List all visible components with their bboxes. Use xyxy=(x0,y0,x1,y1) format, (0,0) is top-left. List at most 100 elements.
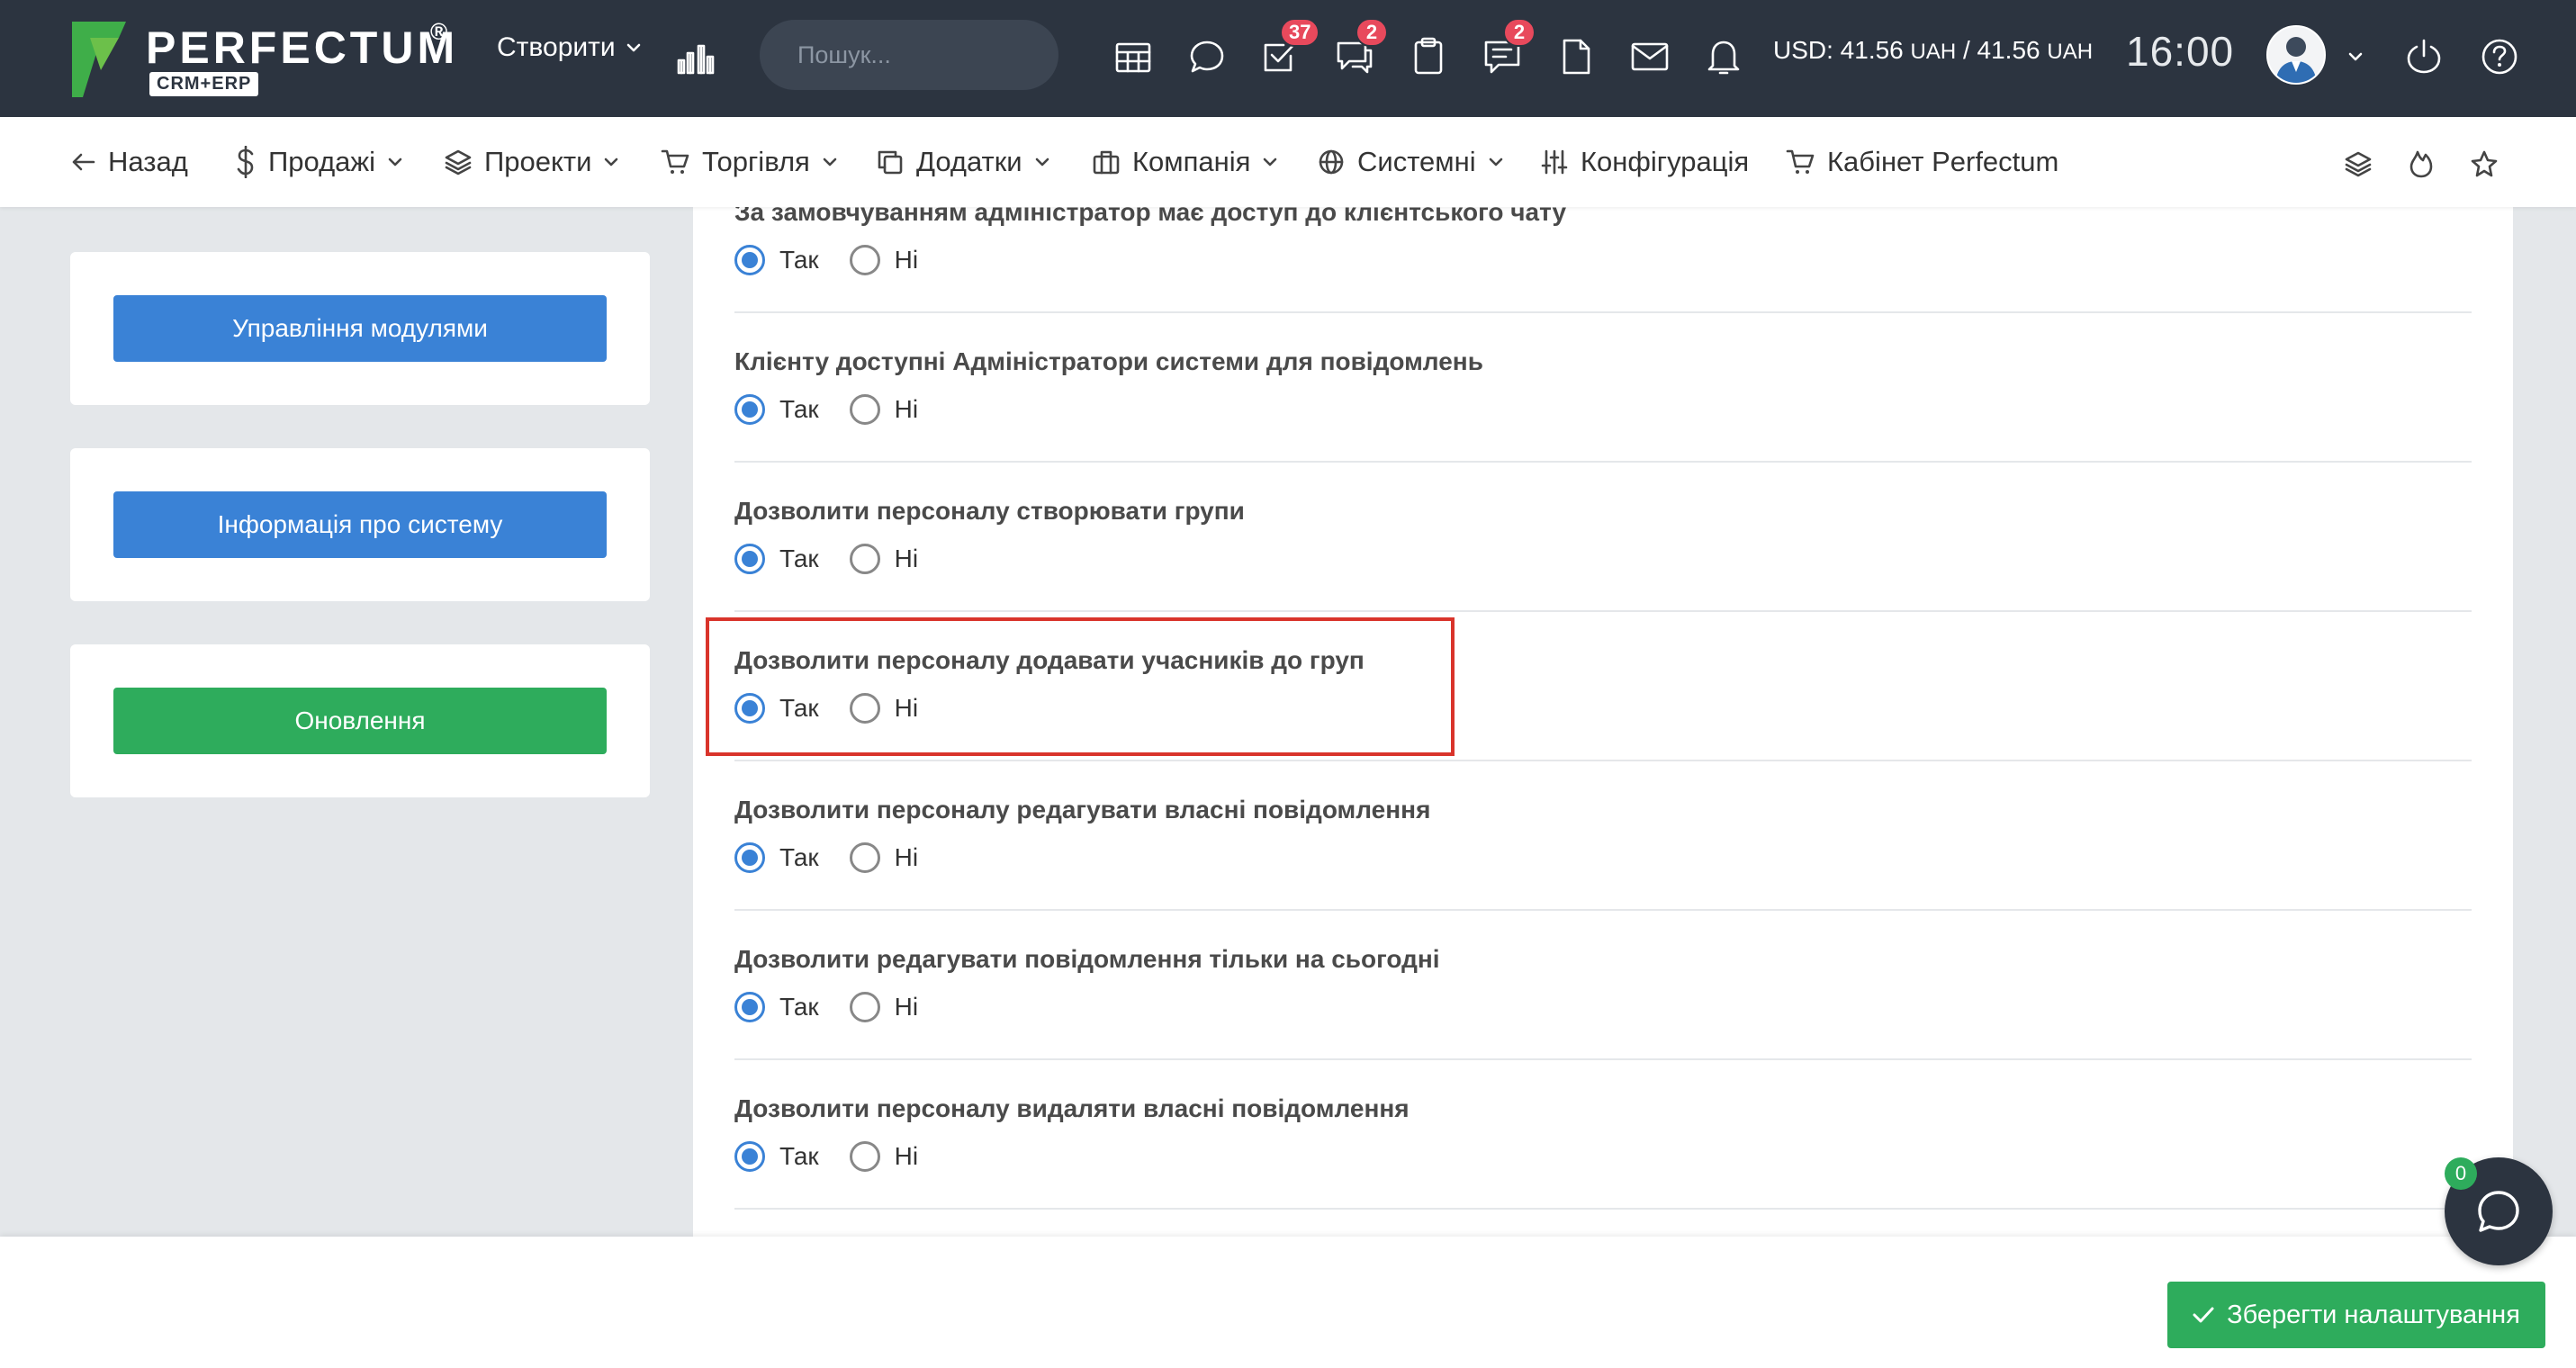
radio-yes[interactable] xyxy=(734,1141,765,1172)
nav-system[interactable]: Системні xyxy=(1318,144,1503,180)
radio-no-label: Ні xyxy=(894,993,919,1021)
radio-group: Так Ні xyxy=(734,992,949,1022)
avatar[interactable] xyxy=(2266,25,2326,85)
bell-icon[interactable] xyxy=(1701,34,1746,79)
radio-no-label: Ні xyxy=(894,544,919,572)
cart-icon xyxy=(661,148,689,176)
divider xyxy=(734,909,2472,911)
radio-no[interactable] xyxy=(849,544,880,574)
globe-icon xyxy=(1318,148,1345,176)
star-icon[interactable] xyxy=(2466,146,2502,182)
radio-group: Так Ні xyxy=(734,693,949,724)
fire-icon[interactable] xyxy=(2403,146,2439,182)
radio-no[interactable] xyxy=(849,1141,880,1172)
divider xyxy=(734,1208,2472,1210)
chevron-down-icon xyxy=(1263,157,1277,167)
logo-registered-mark: ® xyxy=(430,18,448,45)
radio-no[interactable] xyxy=(849,842,880,873)
copy-icon xyxy=(877,148,904,176)
logo-wordmark: PERFECTUM xyxy=(146,22,459,73)
chevron-down-icon xyxy=(388,157,402,167)
radio-group: Так Ні xyxy=(734,544,949,574)
search-bar xyxy=(760,20,1118,90)
radio-no[interactable] xyxy=(849,992,880,1022)
notes-count-badge: 2 xyxy=(1503,18,1536,47)
nav-trade[interactable]: Торгівля xyxy=(661,144,837,180)
chevron-down-icon xyxy=(626,43,640,52)
cart-icon xyxy=(1786,148,1815,176)
radio-yes-label: Так xyxy=(779,395,819,423)
help-icon[interactable] xyxy=(2477,34,2522,79)
radio-yes-label: Так xyxy=(779,843,819,871)
radio-group: Так Ні xyxy=(734,842,949,873)
update-button[interactable]: Оновлення xyxy=(113,688,607,754)
discussions-icon[interactable]: 2 xyxy=(1332,18,1388,79)
radio-yes[interactable] xyxy=(734,842,765,873)
nav-back[interactable]: Назад xyxy=(70,144,188,180)
nav-configuration[interactable]: Конфігурація xyxy=(1541,144,1749,180)
radio-no[interactable] xyxy=(849,245,880,275)
radio-yes-label: Так xyxy=(779,694,819,722)
modules-panel: Управління модулями xyxy=(70,252,650,405)
tasks-checkbox-icon[interactable]: 37 xyxy=(1256,18,1320,79)
calendar-icon[interactable] xyxy=(1111,34,1156,79)
mail-icon[interactable] xyxy=(1627,34,1672,79)
user-menu-chevron-icon[interactable] xyxy=(2333,34,2378,79)
divider xyxy=(734,461,2472,463)
nav-company[interactable]: Компанія xyxy=(1093,144,1277,180)
system-info-panel: Інформація про систему xyxy=(70,448,650,601)
divider xyxy=(734,760,2472,761)
save-settings-button[interactable]: Зберегти налаштування xyxy=(2167,1282,2545,1348)
setting-label: Дозволити персоналу створювати групи xyxy=(734,497,1245,525)
radio-yes[interactable] xyxy=(734,544,765,574)
chevron-down-icon xyxy=(1489,157,1503,167)
power-icon[interactable] xyxy=(2401,34,2446,79)
radio-group: Так Ні xyxy=(734,1141,949,1172)
chat-count-badge: 0 xyxy=(2445,1157,2477,1190)
nav-cabinet[interactable]: Кабінет Perfectum xyxy=(1786,144,2058,180)
chevron-down-icon xyxy=(1035,157,1049,167)
top-bar: PERFECTUM ® CRM+ERP Створити 37 2 2 xyxy=(0,0,2576,117)
create-menu[interactable]: Створити xyxy=(497,32,641,63)
radio-no[interactable] xyxy=(849,394,880,425)
layers-icon[interactable] xyxy=(2340,146,2376,182)
chevron-down-icon xyxy=(823,157,837,167)
check-icon xyxy=(2193,1307,2214,1323)
logo[interactable]: PERFECTUM ® CRM+ERP xyxy=(70,18,457,101)
reports-chart-icon[interactable] xyxy=(673,34,718,79)
radio-group: Так Ні xyxy=(734,245,949,275)
nav-addons[interactable]: Додатки xyxy=(877,144,1049,180)
create-menu-label: Створити xyxy=(497,32,616,62)
document-icon[interactable] xyxy=(1554,34,1599,79)
manage-modules-button[interactable]: Управління модулями xyxy=(113,295,607,362)
search-input[interactable] xyxy=(796,40,1118,70)
tasks-count-badge: 37 xyxy=(1280,18,1320,47)
update-panel: Оновлення xyxy=(70,644,650,797)
footer-bar: Зберегти налаштування xyxy=(0,1237,2576,1368)
radio-yes-label: Так xyxy=(779,993,819,1021)
chat-widget-button[interactable]: 0 xyxy=(2445,1157,2553,1265)
radio-yes[interactable] xyxy=(734,992,765,1022)
radio-no[interactable] xyxy=(849,693,880,724)
radio-yes[interactable] xyxy=(734,693,765,724)
setting-label: За замовчуванням адміністратор має досту… xyxy=(734,207,1567,226)
notes-icon[interactable]: 2 xyxy=(1480,18,1536,79)
chat-bubble-icon xyxy=(2478,1191,2519,1232)
radio-no-label: Ні xyxy=(894,246,919,274)
save-settings-label: Зберегти налаштування xyxy=(2227,1300,2520,1329)
discussions-count-badge: 2 xyxy=(1356,18,1388,47)
nav-projects[interactable]: Проекти xyxy=(445,144,618,180)
radio-yes[interactable] xyxy=(734,394,765,425)
system-info-button[interactable]: Інформація про систему xyxy=(113,491,607,558)
clipboard-icon[interactable] xyxy=(1406,34,1451,79)
chat-settings-card: За замовчуванням адміністратор має досту… xyxy=(693,207,2513,1237)
radio-group: Так Ні xyxy=(734,394,949,425)
setting-label: Дозволити персоналу редагувати власні по… xyxy=(734,796,1431,824)
nav-sales[interactable]: Продажі xyxy=(236,144,402,180)
logo-subtitle: CRM+ERP xyxy=(149,72,259,96)
radio-yes[interactable] xyxy=(734,245,765,275)
radio-yes-label: Так xyxy=(779,246,819,274)
divider xyxy=(734,311,2472,313)
main-navigation: Назад Продажі Проекти Торгівля Додатки К… xyxy=(0,117,2576,207)
chat-bubble-icon[interactable] xyxy=(1184,34,1229,79)
